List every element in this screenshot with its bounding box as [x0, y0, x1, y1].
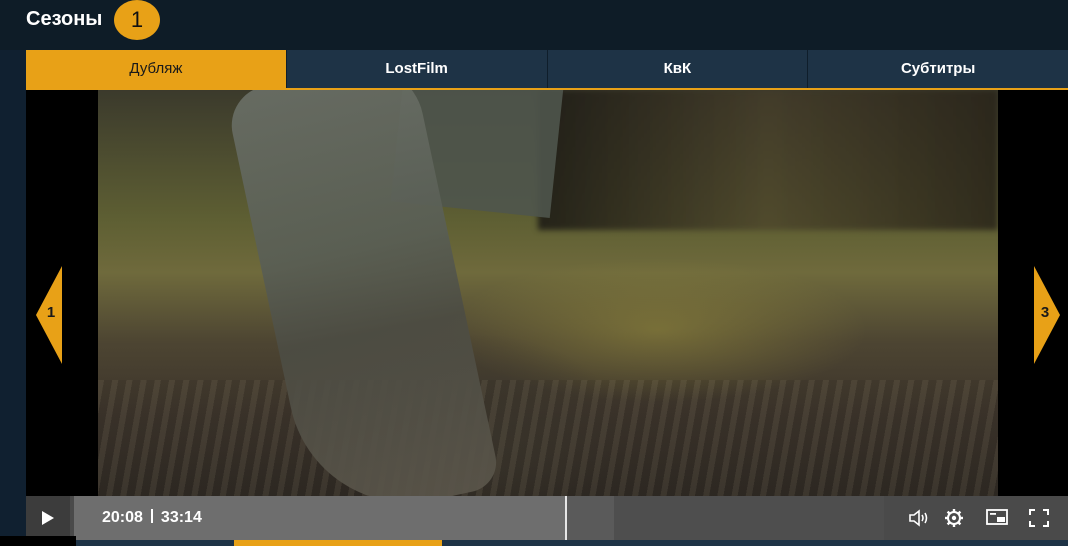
header: Сезоны 1 — [0, 0, 1068, 50]
fullscreen-icon — [1029, 509, 1049, 527]
next-episode-button[interactable]: 3 — [1034, 266, 1060, 364]
gear-icon — [945, 509, 963, 527]
video-player: 1 3 20:08 33:14 — [26, 90, 1068, 546]
time-separator — [150, 509, 153, 523]
previous-episode-button[interactable]: 1 — [36, 266, 62, 364]
season-number-badge[interactable]: 1 — [114, 0, 160, 40]
duration: 33:14 — [160, 509, 202, 526]
tab-dubbing[interactable]: Дубляж — [26, 50, 286, 88]
seek-bar-handle[interactable] — [565, 496, 567, 540]
fullscreen-button[interactable] — [1020, 496, 1056, 540]
settings-button[interactable] — [936, 496, 972, 540]
tab-subtitles[interactable]: Субтитры — [807, 50, 1068, 88]
seek-bar-buffered — [565, 496, 614, 540]
current-time: 20:08 — [102, 509, 143, 526]
video-ground — [98, 380, 998, 496]
volume-icon — [909, 509, 928, 527]
time-display: 20:08 33:14 — [102, 496, 202, 540]
translation-tabs: Дубляж LostFilm КвК Субтитры — [26, 50, 1068, 90]
bottom-left-bar — [0, 536, 76, 546]
player-controls: 20:08 33:14 — [26, 496, 1068, 540]
video-background — [538, 90, 998, 230]
bottom-tab-strip — [76, 540, 1068, 546]
play-icon — [42, 511, 54, 525]
video-frame[interactable] — [98, 90, 998, 496]
next-episode-number: 3 — [1040, 304, 1050, 321]
picture-in-picture-icon — [986, 509, 1008, 525]
play-button[interactable] — [26, 496, 70, 540]
page-title: Сезоны — [26, 8, 103, 30]
previous-episode-number: 1 — [46, 304, 56, 321]
tab-kvk[interactable]: КвК — [546, 50, 808, 88]
picture-in-picture-button[interactable] — [978, 496, 1014, 540]
volume-button[interactable] — [900, 496, 936, 540]
bottom-tab-strip-active — [234, 540, 442, 546]
tab-lostfilm[interactable]: LostFilm — [285, 50, 547, 88]
